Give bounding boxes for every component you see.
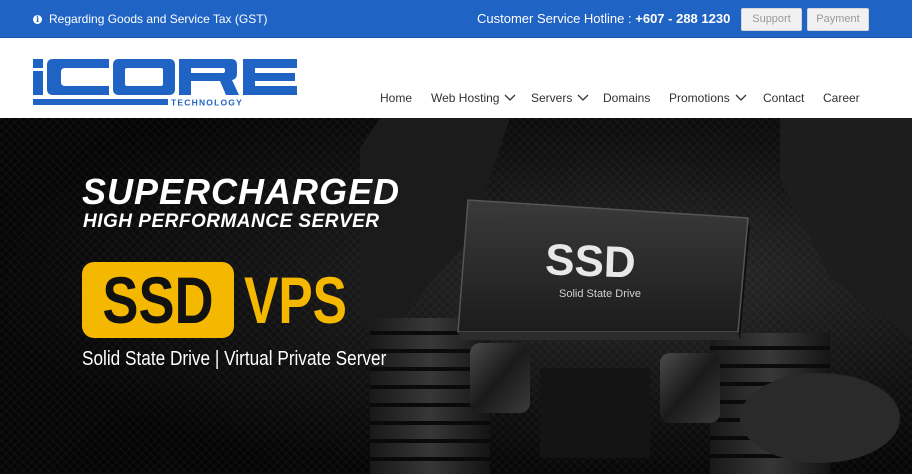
nav-servers[interactable]: Servers: [531, 91, 589, 105]
nav-contact[interactable]: Contact: [763, 91, 804, 105]
info-icon: i: [33, 14, 42, 24]
nav-career-label: Career: [823, 91, 860, 105]
nav-servers-label: Servers: [531, 91, 573, 105]
nav-contact-label: Contact: [763, 91, 805, 105]
chevron-down-icon: [735, 94, 747, 101]
hotline-number: +607 - 288 1230: [635, 11, 731, 26]
ssd-drive: SSD Solid State Drive: [457, 199, 750, 340]
nav-promotions-label: Promotions: [669, 91, 730, 105]
nav-home[interactable]: Home: [380, 91, 412, 105]
logo-r: [179, 59, 239, 95]
throttle-body-right: [660, 353, 720, 423]
nav-career[interactable]: Career: [823, 91, 860, 105]
throttle-body-left: [470, 343, 530, 413]
gst-notice[interactable]: i Regarding Goods and Service Tax (GST): [33, 12, 268, 26]
nav-web-hosting[interactable]: Web Hosting: [431, 91, 516, 105]
gst-notice-text[interactable]: Regarding Goods and Service Tax (GST): [49, 12, 268, 26]
engine-center: [540, 368, 650, 458]
nav-web-hosting-label: Web Hosting: [431, 91, 500, 105]
hero-subtitle: HIGH PERFORMANCE SERVER: [83, 211, 380, 232]
hero-title: SUPERCHARGED: [82, 171, 401, 212]
hero-banner[interactable]: SSD Solid State Drive SUPERCHARGED HIGH …: [0, 118, 912, 474]
logo-c: [47, 59, 109, 95]
logo-o: [113, 59, 175, 95]
chevron-down-icon: [577, 94, 589, 101]
engine-right-panel: [780, 118, 912, 338]
vps-text: VPS: [244, 263, 348, 337]
top-bar: i Regarding Goods and Service Tax (GST) …: [0, 0, 912, 38]
drive-caption: Solid State Drive: [559, 288, 641, 300]
ssd-badge-text: SSD: [102, 263, 214, 337]
nav-domains[interactable]: Domains: [603, 91, 650, 105]
nav-domains-label: Domains: [603, 91, 651, 105]
hotline-label: Customer Service Hotline :: [477, 11, 632, 26]
payment-button[interactable]: Payment: [807, 8, 869, 31]
logo-e: [243, 59, 297, 95]
main-nav: Home Web Hosting Servers Domains Promoti…: [0, 91, 912, 111]
nav-promotions[interactable]: Promotions: [669, 91, 747, 105]
engine-right-cover: [740, 373, 900, 463]
logo-i-dot: [33, 59, 43, 68]
chevron-down-icon: [505, 94, 516, 101]
site-header: TECHNOLOGY Home Web Hosting Servers Doma…: [0, 38, 912, 118]
support-button[interactable]: Support: [741, 8, 802, 31]
customer-hotline: Customer Service Hotline : +607 - 288 12…: [477, 11, 730, 26]
hero-tagline: Solid State Drive | Virtual Private Serv…: [82, 348, 387, 370]
drive-ssd-label: SSD: [544, 235, 636, 287]
nav-home-label: Home: [380, 91, 413, 105]
engine-ssd-image: SSD Solid State Drive: [360, 118, 912, 474]
